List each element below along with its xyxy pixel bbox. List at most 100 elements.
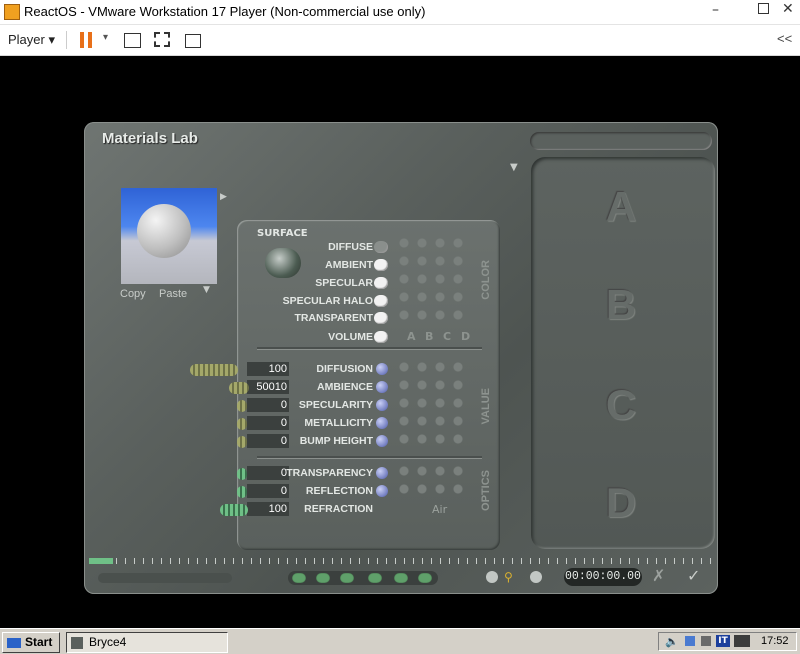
bump-height-slider[interactable] <box>237 436 247 448</box>
slot-a[interactable]: A <box>591 177 651 237</box>
row-label-specularity: SPECULARITY <box>298 399 373 411</box>
forward-end-icon[interactable] <box>418 573 432 583</box>
slot-d[interactable]: D <box>591 473 651 533</box>
specularity-color-dot[interactable] <box>376 399 388 411</box>
unity-icon[interactable] <box>185 34 201 48</box>
key-icon[interactable]: ⚲ <box>504 570 513 584</box>
copy-button[interactable]: Copy <box>120 288 146 300</box>
color-section-tag: COLOR <box>480 260 492 300</box>
row-label-specular: SPECULAR <box>315 277 373 289</box>
row-label-specular-halo: SPECULAR HALO <box>282 295 373 307</box>
timeline-scrubber[interactable] <box>89 558 113 564</box>
preview-options-arrow-icon[interactable]: ▶ <box>220 192 227 202</box>
ambience-color-dot[interactable] <box>376 381 388 393</box>
paste-button[interactable]: Paste <box>159 288 187 300</box>
toggle-diffuse[interactable] <box>374 241 388 253</box>
material-preview[interactable] <box>121 188 217 284</box>
materials-lab-window: Materials Lab ▼ ▶ Copy Paste ▼ A B C D S… <box>84 122 718 594</box>
column-letter-c: C <box>443 330 452 343</box>
value-channel-grid[interactable] <box>395 358 467 448</box>
rewind-start-icon[interactable] <box>292 573 306 583</box>
refraction-slider[interactable] <box>220 504 248 516</box>
metallicity-value[interactable]: 0 <box>247 416 289 430</box>
stop-icon[interactable] <box>340 573 354 583</box>
close-icon[interactable]: ✕ <box>782 1 794 17</box>
refraction-preset[interactable]: Air <box>432 503 447 516</box>
toggle-specular-halo[interactable] <box>374 295 388 307</box>
bump-height-color-dot[interactable] <box>376 435 388 447</box>
pause-icon-bar <box>88 32 92 48</box>
toggle-ambient[interactable] <box>374 259 388 271</box>
animation-timeline[interactable] <box>89 558 713 564</box>
diffusion-color-dot[interactable] <box>376 363 388 375</box>
add-keyframe-icon[interactable] <box>486 571 498 583</box>
maximize-icon[interactable] <box>758 3 769 14</box>
preset-menu-arrow-icon[interactable]: ▼ <box>510 162 518 173</box>
transparency-slider[interactable] <box>237 468 247 480</box>
ambience-slider[interactable] <box>229 382 249 394</box>
start-logo-icon <box>7 637 21 648</box>
column-letter-a: A <box>407 330 416 343</box>
material-channels-panel: SURFACE DIFFUSE AMBIENT SPECULAR SPECULA… <box>237 220 500 550</box>
confirm-icon[interactable]: ✓ <box>687 566 700 585</box>
reflection-value[interactable]: 0 <box>247 484 289 498</box>
chevron-down-icon[interactable]: ▾ <box>103 32 108 43</box>
row-label-transparent: TRANSPARENT <box>294 312 373 324</box>
vmware-tools-icon[interactable] <box>734 635 750 647</box>
toggle-specular[interactable] <box>374 277 388 289</box>
remove-keyframe-icon[interactable] <box>530 571 542 583</box>
window-titlebar: ReactOS - VMware Workstation 17 Player (… <box>0 0 800 25</box>
row-label-refraction: REFRACTION <box>304 503 373 515</box>
refraction-value[interactable]: 100 <box>247 502 289 516</box>
player-menu[interactable]: Player ▾ <box>8 32 55 48</box>
specularity-slider[interactable] <box>237 400 247 412</box>
minimize-icon[interactable]: – <box>712 2 719 18</box>
preview-menu-arrow-icon[interactable]: ▼ <box>203 285 210 295</box>
reflection-color-dot[interactable] <box>376 485 388 497</box>
row-label-volume: VOLUME <box>328 331 373 343</box>
metallicity-color-dot[interactable] <box>376 417 388 429</box>
cancel-icon[interactable]: ✗ <box>652 566 665 585</box>
transparency-color-dot[interactable] <box>376 467 388 479</box>
network-icon[interactable] <box>685 636 695 646</box>
send-ctrl-alt-del-icon[interactable] <box>124 33 141 48</box>
playback-controls <box>288 571 438 585</box>
window-title: ReactOS - VMware Workstation 17 Player (… <box>24 4 426 19</box>
row-label-reflection: REFLECTION <box>305 485 373 497</box>
material-name-field[interactable] <box>530 132 712 150</box>
reflection-slider[interactable] <box>237 486 247 498</box>
volume-icon[interactable]: 🔈 <box>665 635 679 648</box>
section-divider <box>257 456 482 458</box>
memory-dots-bar[interactable] <box>98 573 232 583</box>
texture-slot-panel: A B C D <box>531 157 715 549</box>
collapse-toolbar-button[interactable]: << <box>777 31 792 46</box>
step-back-icon[interactable] <box>316 573 330 583</box>
toggle-transparent[interactable] <box>374 312 388 324</box>
vmware-toolbar: Player ▾ ▾ << <box>0 25 800 56</box>
surface-shading-icon[interactable] <box>265 248 301 278</box>
display-icon[interactable] <box>701 636 711 646</box>
optics-channel-grid[interactable] <box>395 462 467 498</box>
taskbar-item-bryce4[interactable]: Bryce4 <box>66 632 228 653</box>
full-screen-icon[interactable] <box>154 32 170 47</box>
specularity-value[interactable]: 0 <box>247 398 289 412</box>
row-label-ambience: AMBIENCE <box>316 381 373 393</box>
play-icon[interactable] <box>368 573 382 583</box>
metallicity-slider[interactable] <box>237 418 247 430</box>
slot-c[interactable]: C <box>591 375 651 435</box>
toggle-volume[interactable] <box>374 331 388 343</box>
diffusion-value[interactable]: 100 <box>247 362 289 376</box>
bump-height-value[interactable]: 0 <box>247 434 289 448</box>
slot-b[interactable]: B <box>591 275 651 335</box>
section-divider <box>257 347 482 349</box>
pause-icon[interactable] <box>80 32 84 48</box>
step-forward-icon[interactable] <box>394 573 408 583</box>
transparency-value[interactable]: 0 <box>247 466 289 480</box>
taskbar: Start Bryce4 🔈 IT 17:52 <box>0 628 800 654</box>
color-channel-grid[interactable] <box>395 234 467 324</box>
diffusion-slider[interactable] <box>190 364 238 376</box>
ambience-value[interactable]: 50010 <box>247 380 289 394</box>
language-indicator[interactable]: IT <box>716 635 730 647</box>
optics-section-tag: OPTICS <box>480 470 492 511</box>
start-button[interactable]: Start <box>2 632 60 653</box>
